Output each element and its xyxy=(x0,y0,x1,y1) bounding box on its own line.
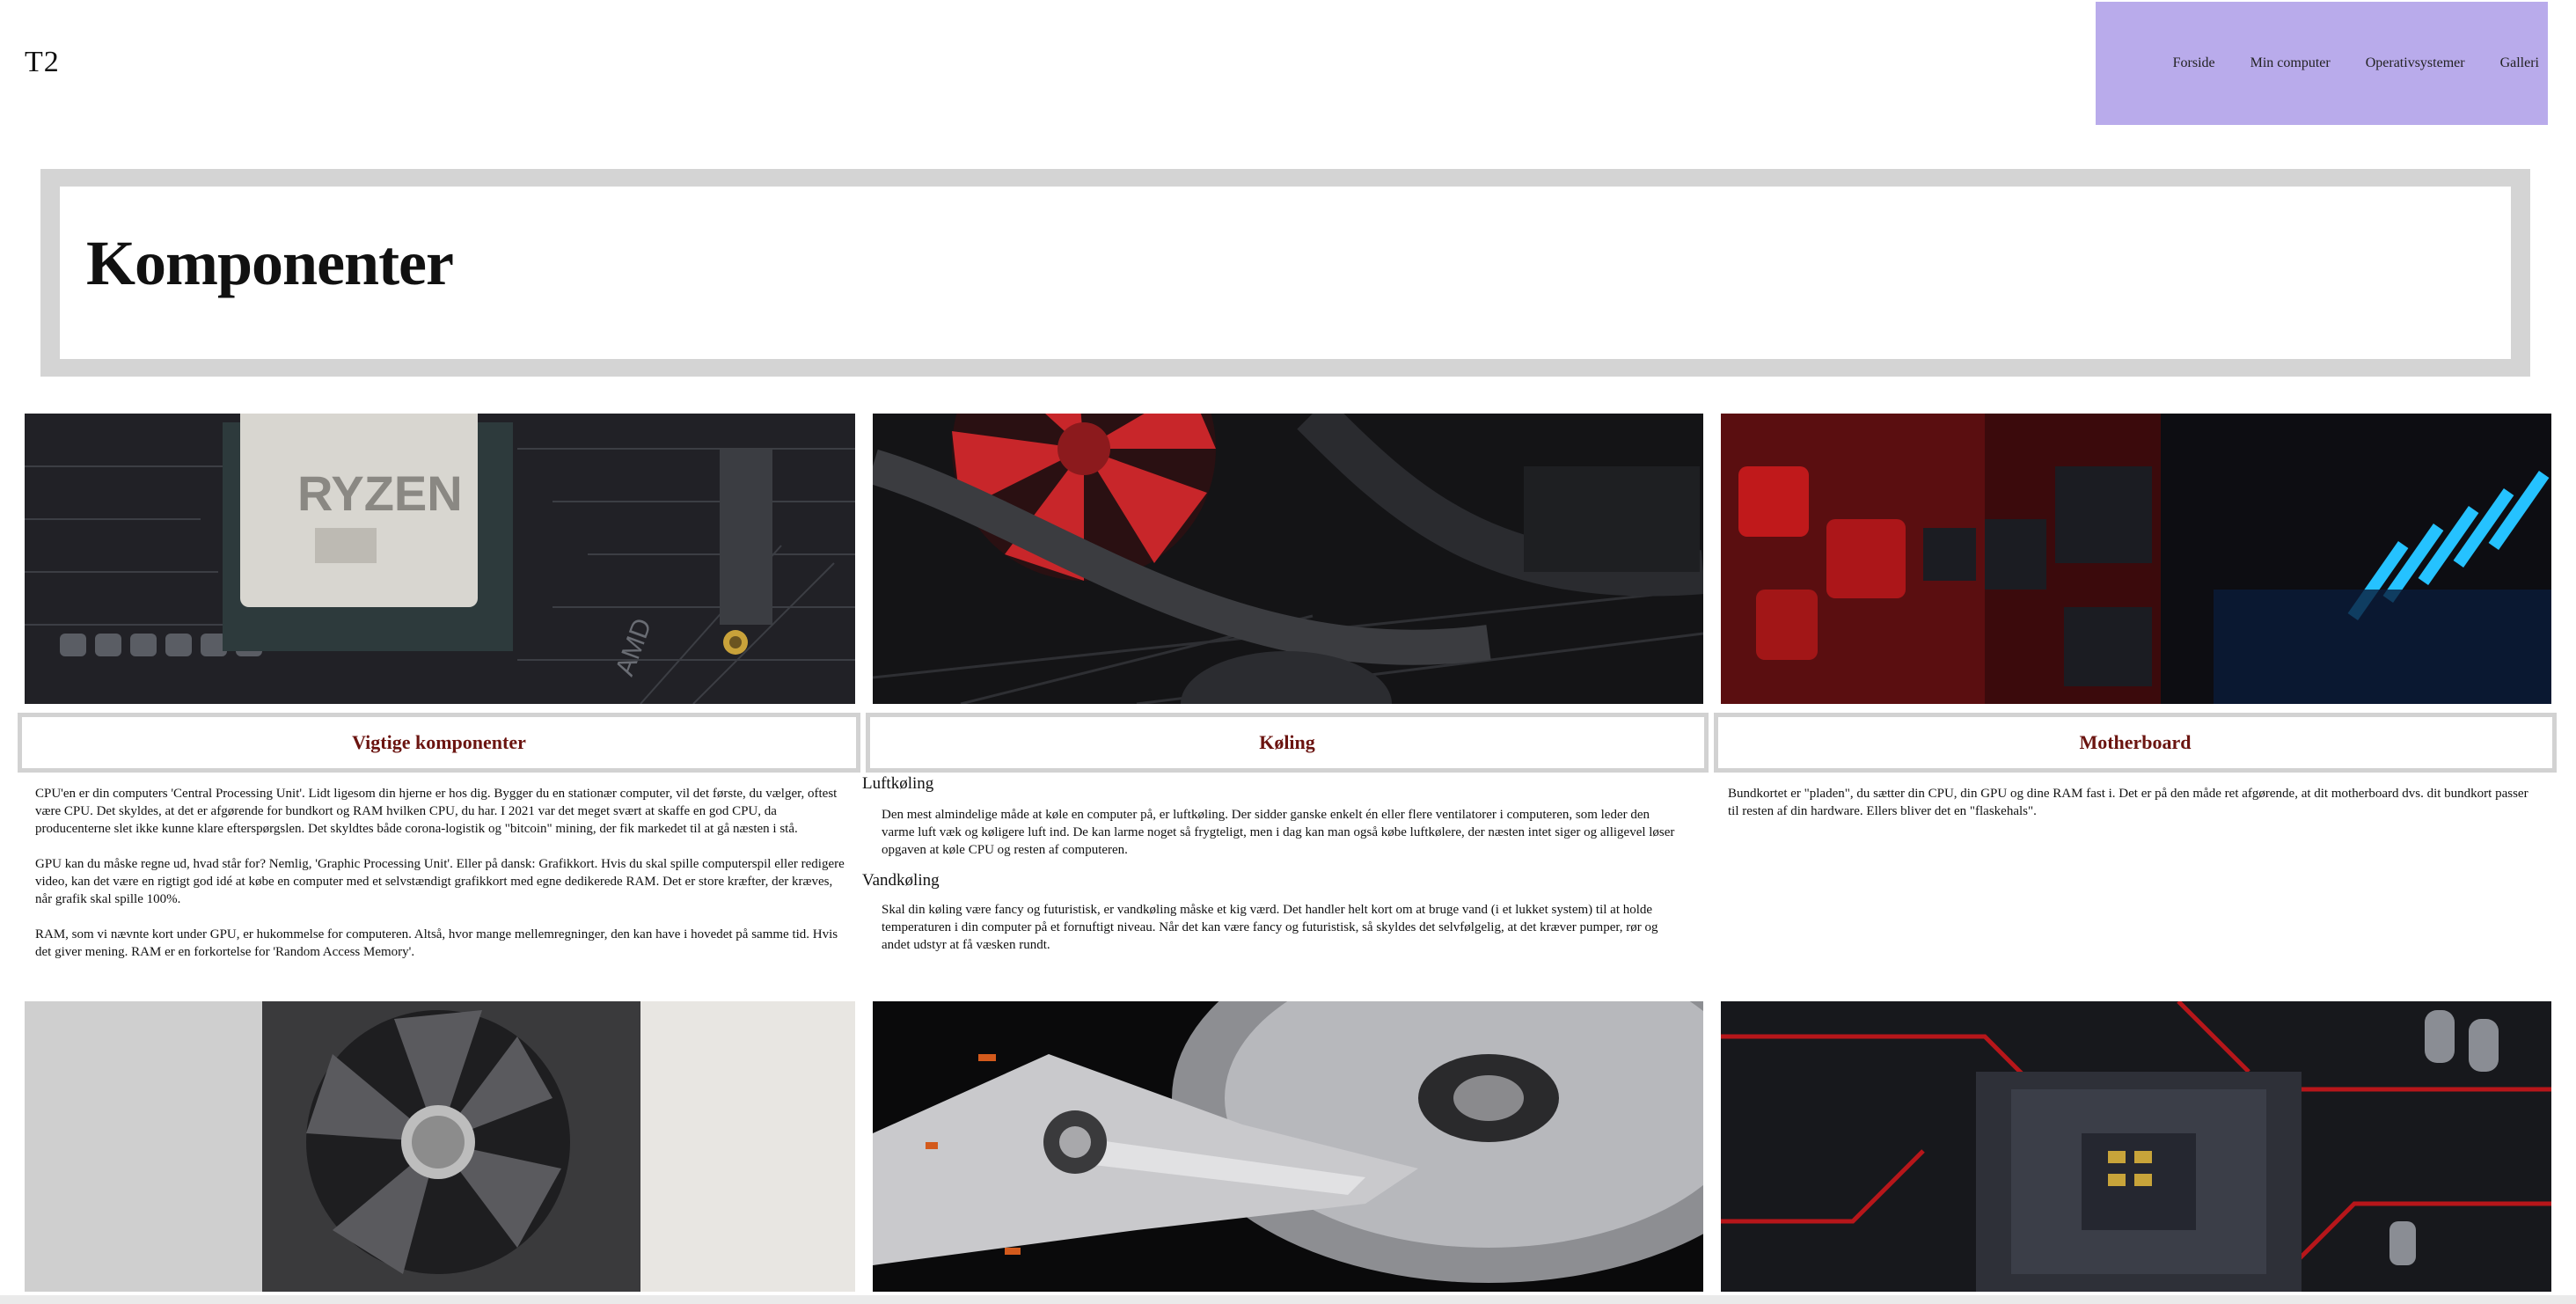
page-title-box: Komponenter xyxy=(60,187,2511,359)
section-title-koling: Køling xyxy=(1259,731,1315,753)
horizontal-scrollbar[interactable] xyxy=(0,1295,2576,1304)
main-nav: Forside Min computer Operativsystemer Ga… xyxy=(2096,2,2548,125)
page-title-frame: Komponenter xyxy=(40,169,2530,377)
vandkoling-text: Skal din køling være fancy og futuristis… xyxy=(882,903,1658,952)
ram-paragraph: RAM, som vi nævnte kort under GPU, er hu… xyxy=(35,927,838,959)
motherboard-text: Bundkortet er "pladen", du sætter din CP… xyxy=(1728,787,2528,818)
luftkoling-heading: Luftkøling xyxy=(862,774,934,793)
cpu-paragraph: CPU'en er din computers 'Central Process… xyxy=(35,787,838,836)
section-title-vigtige-komponenter: Vigtige komponenter xyxy=(352,731,526,753)
section-heading-motherboard: Motherboard xyxy=(1714,713,2557,773)
nav-link-forside[interactable]: Forside xyxy=(2173,55,2215,71)
section-heading-vigtige-komponenter: Vigtige komponenter xyxy=(18,713,860,773)
gpu-image xyxy=(25,1001,855,1292)
nav-link-galleri[interactable]: Galleri xyxy=(2500,55,2539,71)
page-title: Komponenter xyxy=(86,228,454,298)
page: T2 Forside Min computer Operativsystemer… xyxy=(0,0,2576,1304)
motherboard-image xyxy=(1721,414,2551,704)
cpu-socket-image xyxy=(1721,1001,2551,1292)
ryzen-chip-label: RYZEN xyxy=(297,465,463,521)
nav-link-operativsystemer[interactable]: Operativsystemer xyxy=(2366,55,2465,71)
cooling-fan-image xyxy=(873,414,1703,704)
site-logo[interactable]: T2 xyxy=(25,46,60,79)
section-title-motherboard: Motherboard xyxy=(2079,731,2192,753)
cpu-image: RYZEN AMD xyxy=(25,414,855,704)
vigtige-komponenter-text: CPU'en er din computers 'Central Process… xyxy=(35,785,845,978)
section-heading-koling: Køling xyxy=(866,713,1709,773)
nav-link-min-computer[interactable]: Min computer xyxy=(2250,55,2331,71)
gpu-paragraph: GPU kan du måske regne ud, hvad står for… xyxy=(35,857,845,906)
hard-drive-image xyxy=(873,1001,1703,1292)
vandkoling-heading: Vandkøling xyxy=(862,871,940,890)
luftkoling-text: Den mest almindelige måde at køle en com… xyxy=(882,808,1675,857)
